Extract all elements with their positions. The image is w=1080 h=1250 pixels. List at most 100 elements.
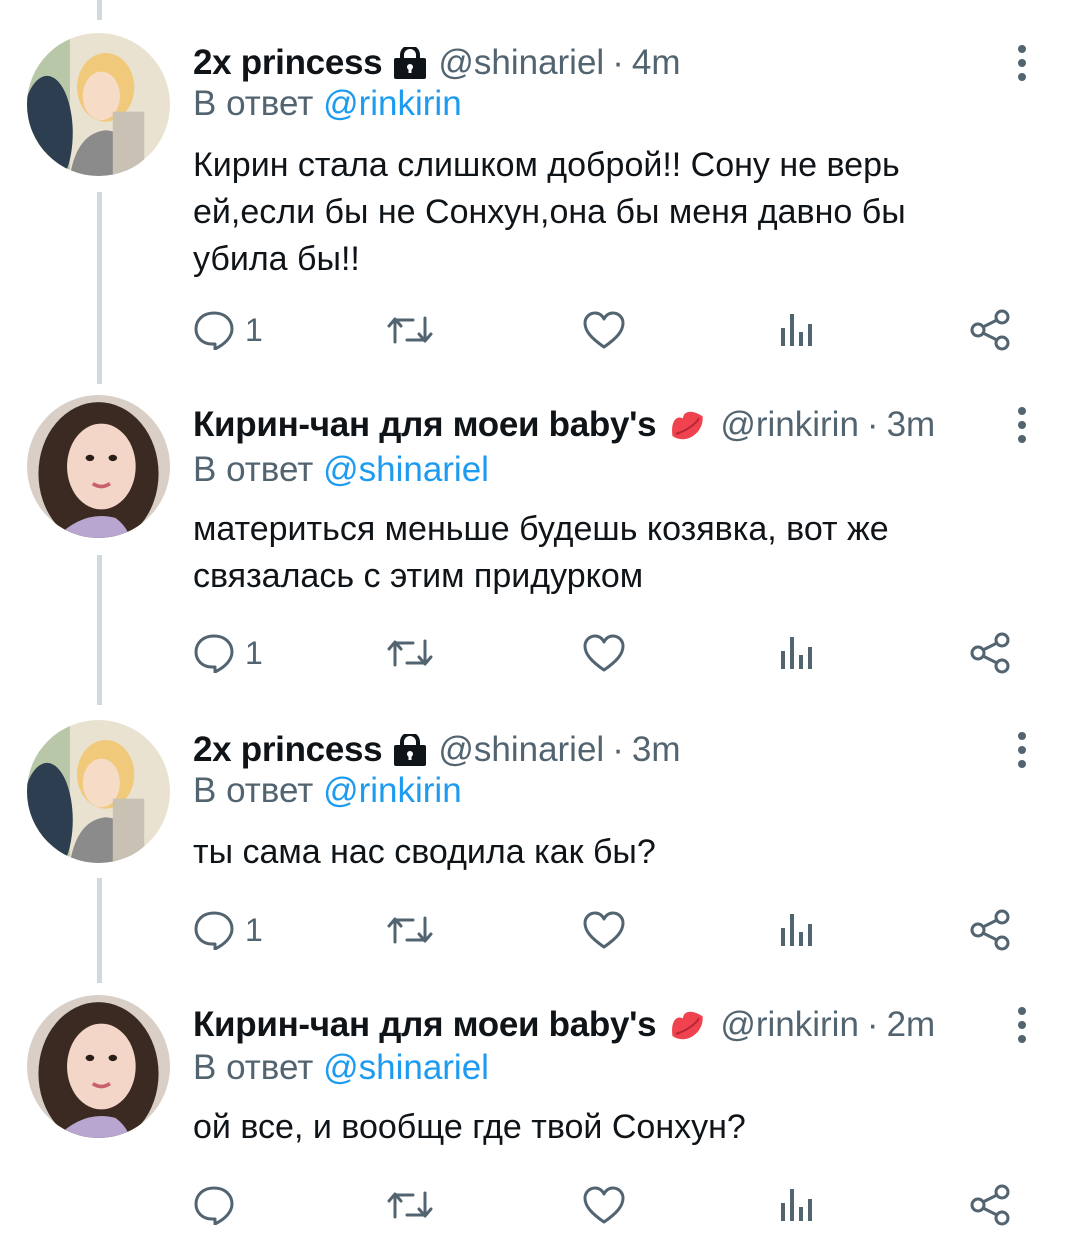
display-name[interactable]: 2x princess	[193, 38, 383, 88]
thread-line	[97, 0, 102, 20]
reply-prefix: В ответ	[193, 450, 314, 489]
avatar-image-darkhair	[27, 995, 170, 1138]
views-button[interactable]	[779, 905, 815, 955]
reply-icon	[194, 634, 234, 673]
more-vertical-icon[interactable]	[1004, 730, 1040, 770]
avatar-image-darkhair	[27, 395, 170, 538]
avatar-image-blonde	[27, 720, 170, 863]
like-button[interactable]	[583, 305, 625, 355]
reply-icon	[194, 911, 234, 950]
retweet-icon	[387, 316, 433, 344]
share-button[interactable]	[970, 305, 1012, 355]
mention-link[interactable]: @rinkirin	[323, 84, 462, 123]
tweet[interactable]: 2x princess @shinariel · 3m В ответ @rin…	[0, 720, 1080, 975]
lock-icon	[392, 47, 428, 79]
heart-icon	[583, 1186, 625, 1224]
retweet-button[interactable]	[385, 628, 435, 678]
tweet[interactable]: Кирин-чан для моеи baby's @rinkirin · 2m…	[0, 995, 1080, 1250]
handle[interactable]: @shinariel	[438, 38, 604, 88]
handle[interactable]: @shinariel	[438, 725, 604, 775]
action-bar: 1	[0, 905, 1080, 955]
action-bar: 1	[0, 305, 1080, 355]
timestamp[interactable]: 2m	[887, 1000, 936, 1050]
reply-context: В ответ @rinkirin	[193, 82, 462, 126]
views-icon	[781, 637, 812, 669]
reply-button[interactable]: 1	[193, 305, 263, 355]
reply-button[interactable]: 1	[193, 905, 263, 955]
handle[interactable]: @rinkirin	[720, 400, 859, 450]
reply-icon	[194, 1186, 234, 1225]
more-vertical-icon[interactable]	[1004, 1005, 1040, 1045]
share-icon	[970, 909, 1010, 951]
timestamp[interactable]: 3m	[887, 400, 936, 450]
retweet-icon	[387, 639, 433, 667]
views-button[interactable]	[779, 1180, 815, 1230]
timestamp[interactable]: 3m	[632, 725, 681, 775]
retweet-icon	[387, 916, 433, 944]
like-button[interactable]	[583, 1180, 625, 1230]
tweet-text: ой все, и вообще где твой Сонхун?	[193, 1108, 746, 1146]
separator: ·	[612, 730, 624, 769]
tweet-text: ты сама нас сводила как бы?	[193, 833, 656, 871]
lock-icon	[392, 734, 428, 766]
mention-link[interactable]: @shinariel	[323, 450, 489, 489]
more-vertical-icon[interactable]	[1004, 405, 1040, 445]
reply-count: 1	[245, 634, 263, 671]
heart-icon	[583, 634, 625, 672]
retweet-button[interactable]	[385, 1180, 435, 1230]
reply-prefix: В ответ	[193, 771, 314, 810]
action-bar	[0, 1180, 1080, 1230]
reply-context: В ответ @shinariel	[193, 1046, 489, 1090]
avatar[interactable]	[27, 995, 170, 1138]
separator: ·	[612, 43, 624, 82]
reply-context: В ответ @shinariel	[193, 448, 489, 492]
action-bar: 1	[0, 628, 1080, 678]
heart-icon	[583, 911, 625, 949]
views-icon	[781, 1189, 812, 1221]
like-button[interactable]	[583, 905, 625, 955]
tweet[interactable]: 2x princess @shinariel · 4m В ответ @rin…	[0, 33, 1080, 358]
heart-icon	[583, 311, 625, 349]
avatar[interactable]	[27, 33, 170, 176]
tweet[interactable]: Кирин-чан для моеи baby's @rinkirin · 3m…	[0, 395, 1080, 700]
handle[interactable]: @rinkirin	[720, 1000, 859, 1050]
reply-icon	[194, 311, 234, 350]
lips-icon	[666, 1005, 710, 1045]
share-button[interactable]	[970, 628, 1012, 678]
reply-button[interactable]: 1	[193, 628, 263, 678]
timestamp[interactable]: 4m	[632, 38, 681, 88]
reply-context: В ответ @rinkirin	[193, 769, 462, 813]
views-button[interactable]	[779, 305, 815, 355]
retweet-button[interactable]	[385, 305, 435, 355]
mention-link[interactable]: @rinkirin	[323, 771, 462, 810]
more-vertical-icon[interactable]	[1004, 43, 1040, 83]
reply-count: 1	[245, 311, 263, 348]
reply-count: 1	[245, 911, 263, 948]
like-button[interactable]	[583, 628, 625, 678]
reply-button[interactable]	[193, 1180, 245, 1230]
lips-icon	[666, 405, 710, 445]
retweet-icon	[387, 1191, 433, 1219]
share-icon	[970, 632, 1010, 674]
views-icon	[781, 914, 812, 946]
separator: ·	[866, 1005, 879, 1044]
display-name[interactable]: Кирин-чан для моеи baby's	[193, 400, 657, 450]
mention-link[interactable]: @shinariel	[323, 1048, 489, 1087]
share-icon	[970, 1184, 1010, 1226]
share-button[interactable]	[970, 1180, 1012, 1230]
display-name[interactable]: Кирин-чан для моеи baby's	[193, 1000, 657, 1050]
avatar[interactable]	[27, 720, 170, 863]
retweet-button[interactable]	[385, 905, 435, 955]
share-button[interactable]	[970, 905, 1012, 955]
display-name[interactable]: 2x princess	[193, 725, 383, 775]
avatar-image-blonde	[27, 33, 170, 176]
tweet-text: материться меньше будешь козявка, вот же…	[193, 510, 889, 595]
reply-prefix: В ответ	[193, 1048, 314, 1087]
views-button[interactable]	[779, 628, 815, 678]
separator: ·	[866, 405, 879, 444]
reply-prefix: В ответ	[193, 84, 314, 123]
views-icon	[781, 314, 812, 346]
avatar[interactable]	[27, 395, 170, 538]
share-icon	[970, 309, 1010, 351]
tweet-text: Кирин стала слишком доброй!! Сону не вер…	[193, 146, 906, 278]
